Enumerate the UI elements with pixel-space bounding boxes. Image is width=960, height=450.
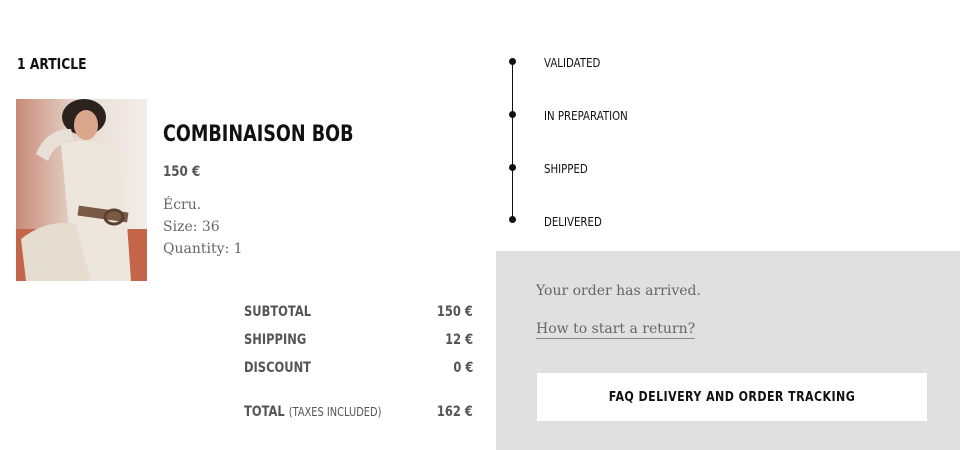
timeline-step-validated: VALIDATED	[544, 56, 601, 70]
subtotal-row: SUBTOTAL 150 €	[244, 304, 473, 324]
faq-delivery-button[interactable]: FAQ DELIVERY AND ORDER TRACKING	[537, 373, 927, 421]
shipping-label: SHIPPING	[244, 332, 307, 348]
timeline-dot-in-preparation	[509, 111, 516, 118]
subtotal-label: SUBTOTAL	[244, 304, 312, 320]
timeline-step-delivered: DELIVERED	[544, 215, 602, 229]
status-message: Your order has arrived.	[536, 283, 701, 299]
timeline-dot-validated	[509, 58, 516, 65]
product-price: 150 €	[163, 164, 201, 180]
product-photo[interactable]	[16, 99, 147, 281]
subtotal-value: 150 €	[437, 304, 473, 320]
article-count: 1 ARTICLE	[17, 55, 87, 73]
total-value: 162 €	[437, 404, 473, 420]
timeline-step-shipped: SHIPPED	[544, 162, 588, 176]
shipping-value: 12 €	[445, 332, 473, 348]
timeline-line	[512, 61, 513, 220]
total-label: TOTAL	[244, 404, 285, 420]
product-photo-illustration	[16, 99, 147, 281]
product-name[interactable]: COMBINAISON BOB	[163, 122, 354, 147]
discount-value: 0 €	[453, 360, 473, 376]
shipping-row: SHIPPING 12 €	[244, 332, 473, 352]
timeline-dot-shipped	[509, 164, 516, 171]
product-quantity: Quantity: 1	[163, 241, 243, 257]
total-label-group: TOTAL (TAXES INCLUDED)	[244, 404, 381, 420]
discount-row: DISCOUNT 0 €	[244, 360, 473, 380]
product-color: Écru.	[163, 197, 202, 213]
product-size: Size: 36	[163, 219, 220, 235]
timeline-step-in-preparation: IN PREPARATION	[544, 109, 628, 123]
delivery-status-panel: Your order has arrived. How to start a r…	[496, 251, 960, 450]
timeline-dot-delivered	[509, 216, 516, 223]
start-return-link[interactable]: How to start a return?	[536, 321, 696, 339]
faq-delivery-button-label: FAQ DELIVERY AND ORDER TRACKING	[608, 389, 856, 405]
total-note: (TAXES INCLUDED)	[288, 405, 382, 419]
total-row: TOTAL (TAXES INCLUDED) 162 €	[244, 404, 473, 424]
discount-label: DISCOUNT	[244, 360, 312, 376]
